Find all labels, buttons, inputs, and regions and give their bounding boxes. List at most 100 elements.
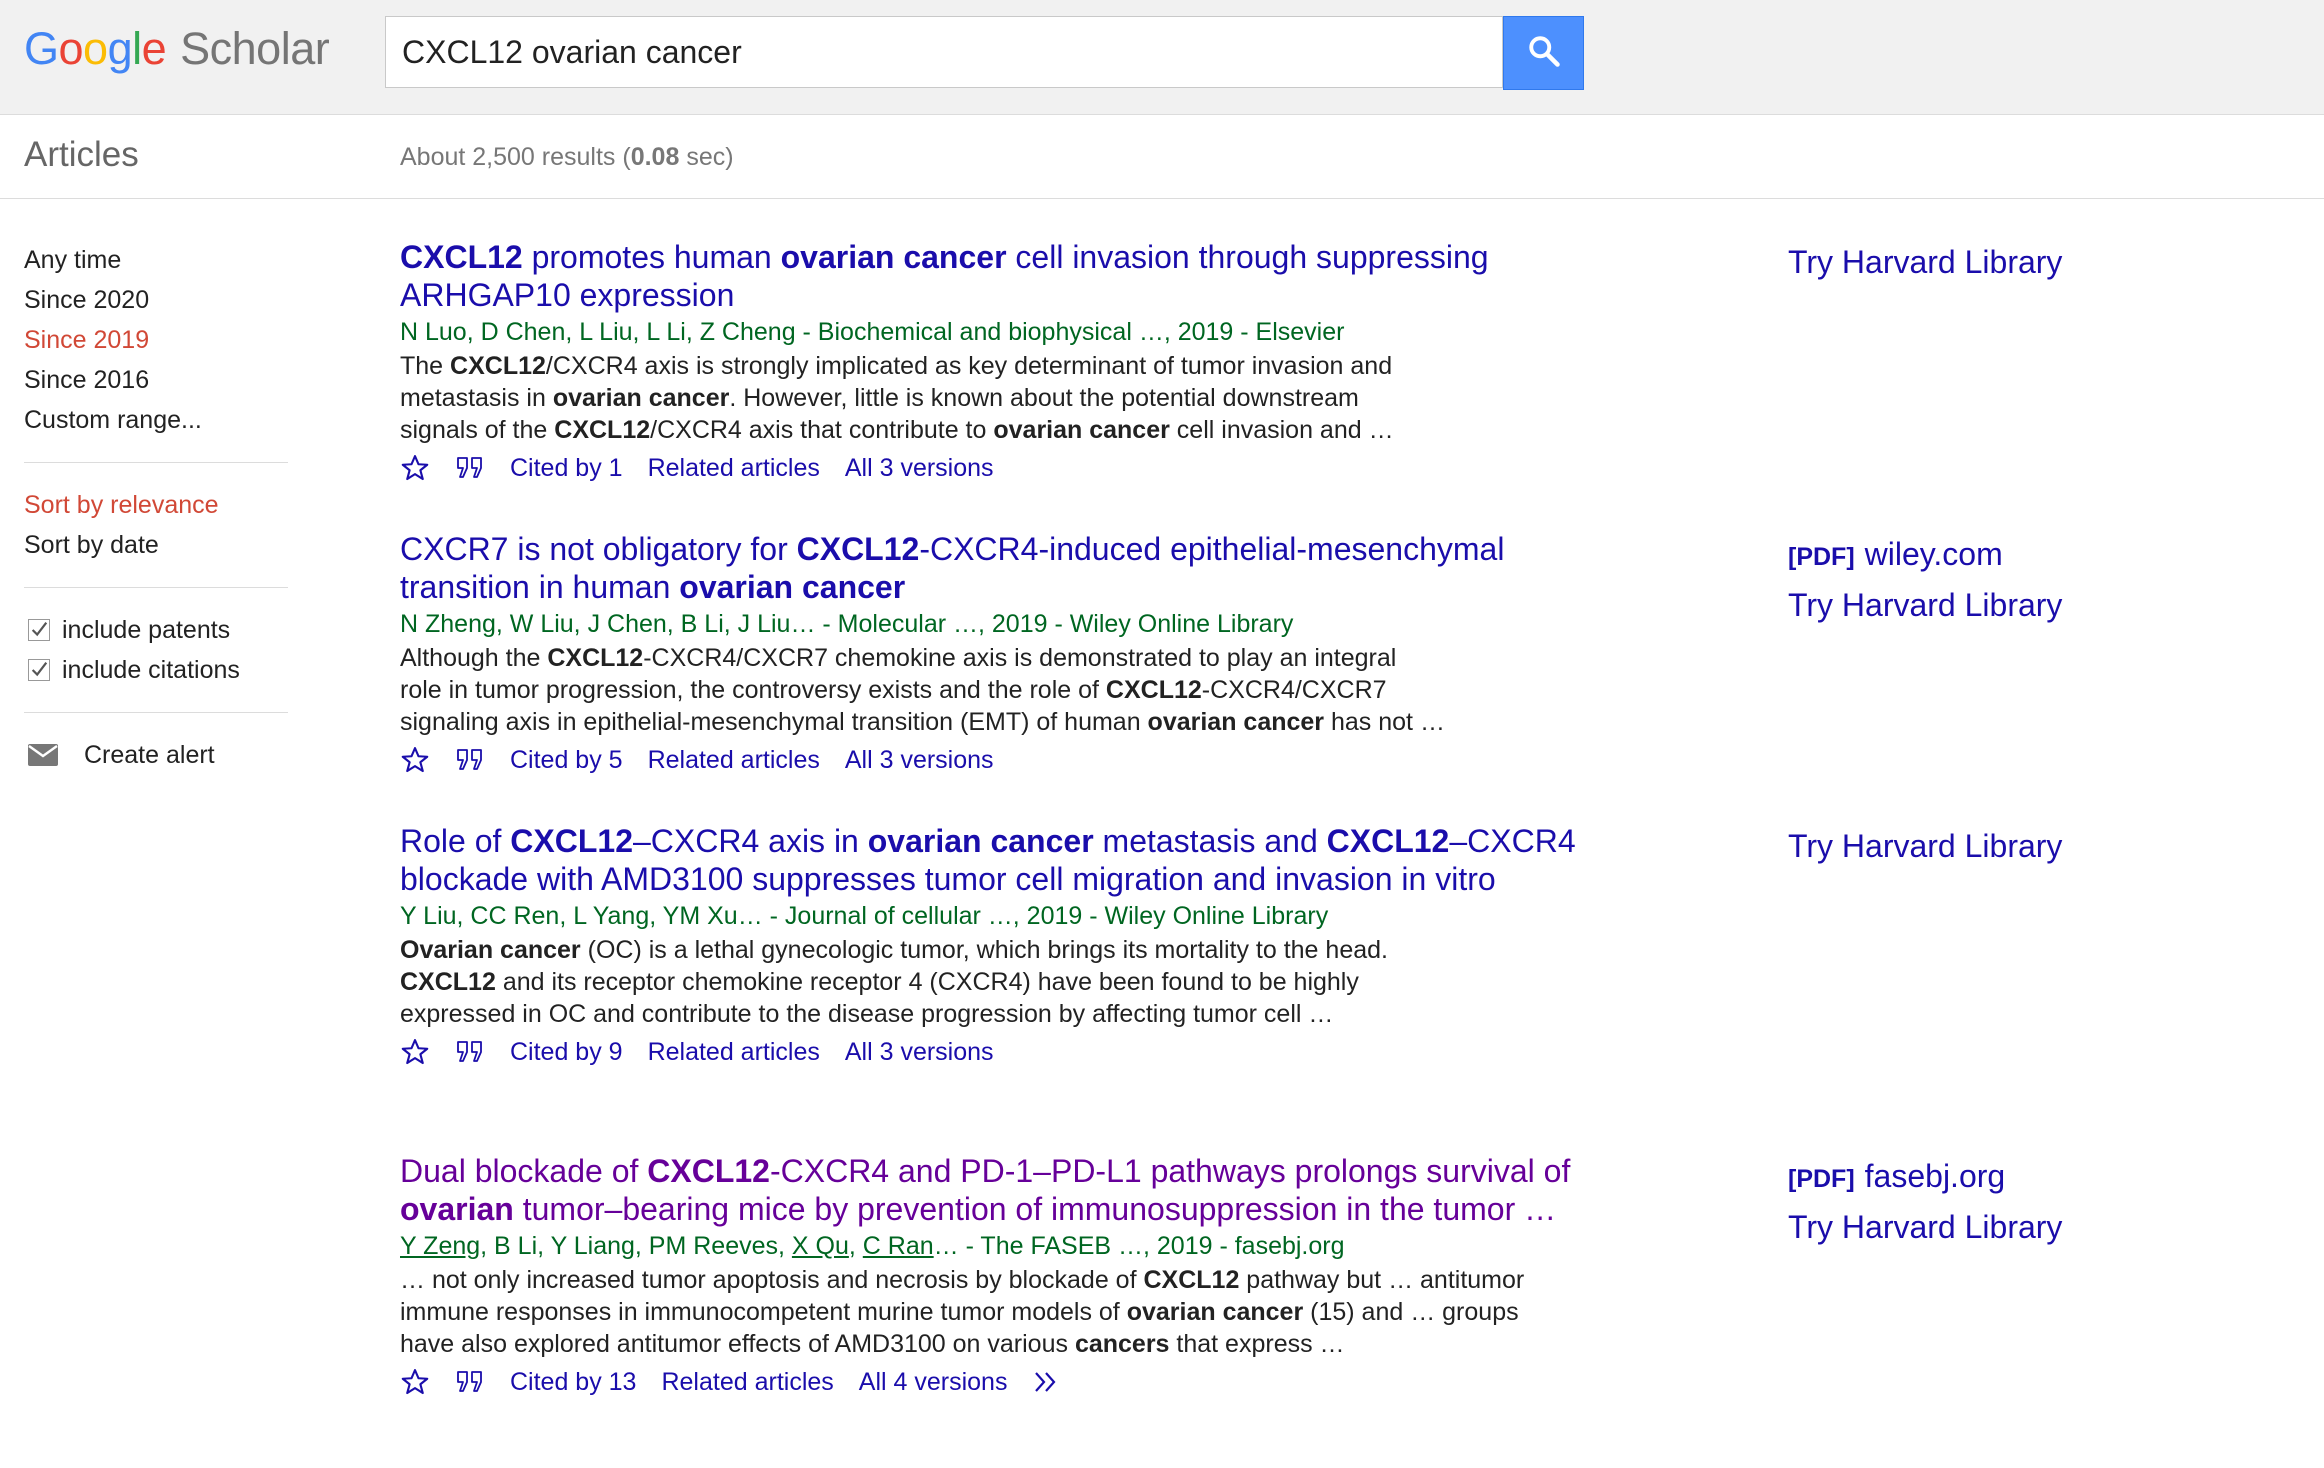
include-citations-checkbox[interactable]: [28, 659, 50, 681]
result-title-text: CXCL12: [796, 531, 920, 567]
snippet-text: Ovarian cancer: [400, 936, 581, 964]
result-meta-text: ,: [848, 1232, 863, 1260]
author-link[interactable]: C Ran: [863, 1232, 934, 1260]
related-articles-link[interactable]: Related articles: [648, 746, 820, 775]
logo-scholar-text: Scholar: [180, 23, 330, 74]
snippet-text: The: [400, 352, 451, 380]
quote-icon[interactable]: [455, 747, 485, 773]
related-articles-link[interactable]: Related articles: [648, 454, 820, 483]
search-box: [385, 16, 1503, 88]
search-result: CXCR7 is not obligatory for CXCL12 -CXCR4…: [400, 530, 1640, 778]
snippet-text: CXCL12: [1143, 1266, 1240, 1294]
snippet-text: immune responses in immunocompetent muri…: [400, 1298, 1127, 1326]
result-meta: Y Zeng, B Li, Y Liang, PM Reeves, X Qu, …: [400, 1229, 1640, 1263]
result-actions: Cited by 1 Related articles All 3 versions: [400, 450, 1640, 486]
include-patents-label: include patents: [62, 615, 231, 644]
snippet-line: signals of the CXCL12/CXCR4 axis that co…: [400, 414, 1640, 446]
all-versions-link[interactable]: All 3 versions: [845, 454, 994, 483]
snippet-text: expressed in OC and contribute to the di…: [400, 1000, 1334, 1028]
include-citations-option[interactable]: include citations: [24, 650, 290, 690]
result-title-text: CXCL12: [647, 1153, 770, 1189]
search-button[interactable]: [1503, 16, 1584, 90]
cited-by-link[interactable]: Cited by 9: [510, 1038, 623, 1067]
sort-by-date[interactable]: Sort by date: [24, 525, 290, 565]
results-count-time: 0.08: [630, 143, 680, 171]
time-filter-since-2020[interactable]: Since 2020: [24, 280, 290, 320]
header-bar: Google Scholar: [0, 0, 2324, 115]
pdf-link[interactable]: [PDF] fasebj.org: [1788, 1152, 2208, 1203]
snippet-text: -CXCR4/CXCR7 chemokine axis is demonstra…: [643, 644, 1397, 672]
logo-letter: e: [141, 23, 167, 74]
result-title-text: –CXCR4 axis in: [632, 823, 868, 859]
time-filter-any-time[interactable]: Any time: [24, 240, 290, 280]
result-title-link[interactable]: Dual blockade of CXCL12-CXCR4 and PD-1–P…: [400, 1152, 1640, 1228]
library-link[interactable]: Try Harvard Library: [1788, 238, 2208, 286]
quote-icon[interactable]: [455, 1039, 485, 1065]
author-link[interactable]: Y Zeng: [400, 1232, 480, 1260]
result-title-text: CXCR7 is not obligatory for: [400, 531, 797, 567]
time-filter-custom-range[interactable]: Custom range...: [24, 400, 290, 440]
snippet-text: /CXCR4 axis that contribute to: [650, 416, 994, 444]
results-count: About 2,500 results (0.08 sec): [400, 143, 734, 172]
search-result: Dual blockade of CXCL12-CXCR4 and PD-1–P…: [400, 1152, 1640, 1400]
results-subbar: Articles About 2,500 results (0.08 sec): [0, 115, 2324, 199]
include-patents-checkbox[interactable]: [28, 619, 50, 641]
search-result: CXCL12 promotes human ovarian cancer cel…: [400, 238, 1640, 486]
cited-by-link[interactable]: Cited by 13: [510, 1368, 636, 1397]
library-link[interactable]: Try Harvard Library: [1788, 581, 2208, 629]
include-patents-option[interactable]: include patents: [24, 610, 290, 650]
snippet-text: ovarian cancer: [993, 416, 1170, 444]
all-versions-link[interactable]: All 3 versions: [845, 746, 994, 775]
related-articles-link[interactable]: Related articles: [648, 1038, 820, 1067]
time-filter-since-2016[interactable]: Since 2016: [24, 360, 290, 400]
all-versions-link[interactable]: All 3 versions: [845, 1038, 994, 1067]
double-chevron-icon[interactable]: [1032, 1369, 1062, 1395]
snippet-line: … not only increased tumor apoptosis and…: [400, 1264, 1640, 1296]
result-title-text: ovarian cancer: [867, 823, 1094, 859]
library-link[interactable]: Try Harvard Library: [1788, 822, 2208, 870]
snippet-text: . However, little is known about the pot…: [729, 384, 1359, 412]
quote-icon[interactable]: [455, 455, 485, 481]
logo-letter: l: [132, 23, 142, 74]
result-title-text: promotes human: [522, 239, 781, 275]
sort-by-relevance[interactable]: Sort by relevance: [24, 485, 290, 525]
pdf-badge: [PDF]: [1788, 543, 1855, 571]
cited-by-link[interactable]: Cited by 5: [510, 746, 623, 775]
star-icon[interactable]: [400, 1367, 430, 1397]
include-citations-label: include citations: [62, 655, 240, 684]
star-icon[interactable]: [400, 453, 430, 483]
snippet-line: Although the CXCL12-CXCR4/CXCR7 chemokin…: [400, 642, 1640, 674]
star-icon[interactable]: [400, 745, 430, 775]
snippet-line: Ovarian cancer (OC) is a lethal gynecolo…: [400, 934, 1640, 966]
result-meta-text: , B Li, Y Liang, PM Reeves,: [480, 1232, 792, 1260]
result-meta: N Zheng, W Liu, J Chen, B Li, J Liu… - M…: [400, 610, 1294, 638]
snippet-text: CXCL12: [450, 352, 546, 380]
time-filter-since-2019[interactable]: Since 2019: [24, 320, 290, 360]
result-title-text: Dual blockade of: [400, 1153, 648, 1189]
snippet-text: cancers: [1074, 1330, 1170, 1358]
result-title-link[interactable]: CXCR7 is not obligatory for CXCL12-CXCR4…: [400, 530, 1640, 606]
related-articles-link[interactable]: Related articles: [661, 1368, 833, 1397]
sidebar-divider: [24, 712, 288, 713]
result-title-link[interactable]: Role of CXCL12–CXCR4 axis in ovarian can…: [400, 822, 1640, 898]
star-icon[interactable]: [400, 1037, 430, 1067]
sidebar-divider: [24, 462, 288, 463]
result-title-link[interactable]: CXCL12 promotes human ovarian cancer cel…: [400, 238, 1640, 314]
all-versions-link[interactable]: All 4 versions: [859, 1368, 1008, 1397]
snippet-text: that express …: [1169, 1330, 1345, 1358]
cited-by-link[interactable]: Cited by 1: [510, 454, 623, 483]
quote-icon[interactable]: [455, 1369, 485, 1395]
google-scholar-logo[interactable]: Google Scholar: [24, 18, 330, 80]
pdf-link[interactable]: [PDF] wiley.com: [1788, 530, 2208, 581]
snippet-line: metastasis in ovarian cancer. However, l…: [400, 382, 1640, 414]
search-input[interactable]: [386, 17, 1502, 87]
result-actions: Cited by 9 Related articles All 3 versions: [400, 1034, 1640, 1070]
snippet-text: have also explored antitumor effects of …: [400, 1330, 1075, 1358]
snippet-text: role in tumor progression, the controver…: [400, 676, 1106, 704]
side-link-label: fasebj.org: [1864, 1158, 2006, 1194]
create-alert-button[interactable]: Create alert: [24, 735, 290, 775]
result-title-text: CXCL12: [400, 239, 523, 275]
snippet-text: signals of the: [400, 416, 555, 444]
library-link[interactable]: Try Harvard Library: [1788, 1203, 2208, 1251]
author-link[interactable]: X Qu: [792, 1232, 849, 1260]
